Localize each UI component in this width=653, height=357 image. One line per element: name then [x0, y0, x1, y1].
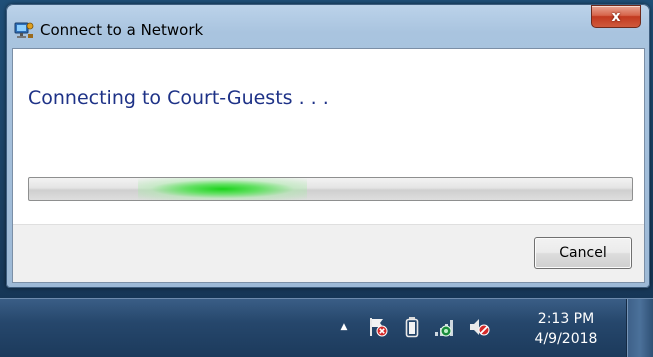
chevron-up-icon: ▲: [340, 322, 348, 332]
connecting-status-text: Connecting to Court-Guests . . .: [28, 87, 329, 109]
show-desktop-button[interactable]: [626, 299, 653, 357]
connect-network-window: Connect to a Network x Connecting to Cou…: [6, 4, 650, 288]
dialog-footer: Cancel: [13, 224, 644, 282]
close-icon: x: [611, 8, 621, 25]
volume-muted-icon: [470, 319, 490, 336]
window-title: Connect to a Network: [40, 21, 204, 39]
taskbar-clock[interactable]: 2:13 PM 4/9/2018: [526, 309, 606, 349]
battery-icon: [405, 317, 419, 338]
volume-tray-button[interactable]: [466, 313, 494, 341]
network-connecting-icon: [435, 320, 453, 337]
show-hidden-icons-button[interactable]: ▲: [330, 313, 358, 341]
connection-progress-bar: [28, 177, 633, 201]
battery-tray-button[interactable]: [398, 313, 426, 341]
dialog-content: Connecting to Court-Guests . . . Cancel: [12, 48, 645, 283]
close-button[interactable]: x: [591, 5, 641, 28]
notification-area: ▲: [330, 313, 500, 341]
title-bar[interactable]: Connect to a Network x: [6, 4, 650, 54]
taskbar: ▲ 2:13 PM 4/9/2018: [0, 298, 653, 357]
cancel-button[interactable]: Cancel: [534, 237, 632, 269]
desktop: Connect to a Network x Connecting to Cou…: [0, 0, 653, 357]
network-tray-button[interactable]: [432, 313, 460, 341]
clock-date: 4/9/2018: [534, 331, 598, 347]
action-center-tray-button[interactable]: [364, 313, 392, 341]
progress-marquee-glow: [137, 178, 307, 200]
action-center-flag-icon: [370, 318, 388, 337]
clock-time: 2:13 PM: [537, 311, 595, 327]
network-connect-icon: [14, 22, 34, 38]
